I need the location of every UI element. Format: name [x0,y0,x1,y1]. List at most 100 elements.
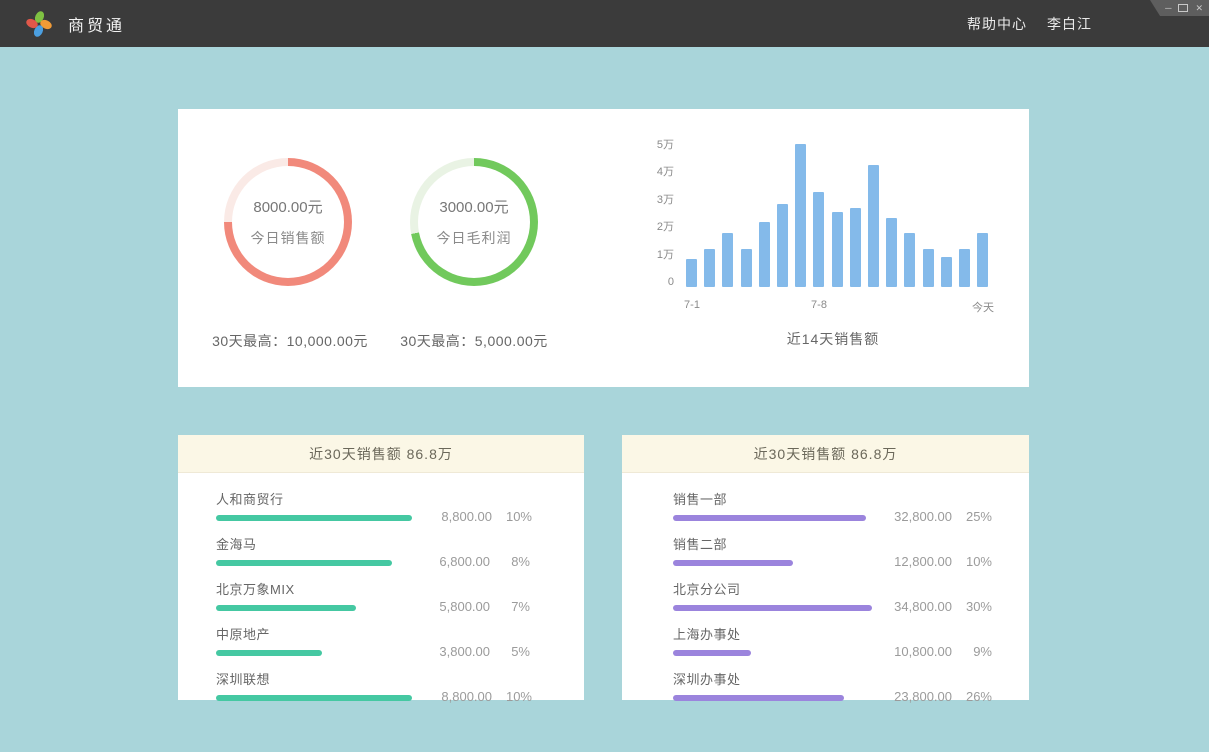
x-axis-tick: 7-1 [662,299,722,311]
item-amount: 5,800.00 [410,599,490,614]
logo-petals [25,9,53,37]
item-amount: 3,800.00 [410,644,490,659]
bar [813,192,824,287]
item-bar [673,605,872,611]
departments-card-title: 近30天销售额 86.8万 [622,435,1029,473]
item-amount: 8,800.00 [412,509,492,524]
today-profit-label: 今日毛利润 [437,228,512,248]
profit-30day-max: 30天最高：5,000.00元 [324,331,624,351]
today-profit-donut-center: 3000.00元 今日毛利润 [418,166,530,278]
overview-card: 8000.00元 今日销售额 30天最高：10,000.00元 3000.00元… [178,109,1029,387]
bar [868,165,879,287]
minimize-icon[interactable]: ─ [1165,0,1171,16]
bar [977,233,988,287]
bar [904,233,915,287]
item-percent: 7% [490,599,530,614]
item-percent: 10% [492,509,532,524]
item-percent: 26% [952,689,992,704]
item-amount: 23,800.00 [872,689,952,704]
list-item: 深圳办事处23,800.0026% [673,669,992,701]
bar [741,249,752,287]
item-bar [673,515,866,521]
item-bar [673,560,793,566]
departments-list: 销售一部32,800.0025% 销售二部12,800.0010% 北京分公司34,… [622,473,1029,701]
close-icon[interactable]: ✕ [1195,0,1203,16]
list-item: 销售二部12,800.0010% [673,534,992,566]
list-item: 上海办事处10,800.009% [673,624,992,656]
item-name: 金海马 [216,534,410,553]
customers-ranking-card: 近30天销售额 86.8万 人和商贸行8,800.0010% 金海马6,800.0… [178,435,584,700]
topbar: 商贸通 帮助中心 李白江 ─ ✕ [0,0,1209,47]
bar [722,233,733,287]
customers-list: 人和商贸行8,800.0010%金海马6,800.008%北京万象MIX5,80… [178,473,584,701]
item-bar [673,695,844,701]
today-sales-donut-center: 8000.00元 今日销售额 [232,166,344,278]
item-amount: 6,800.00 [410,554,490,569]
item-bar [216,515,412,521]
list-item: 金海马6,800.008% [216,534,530,566]
item-amount: 32,800.00 [872,509,952,524]
item-percent: 5% [490,644,530,659]
item-name: 深圳办事处 [673,669,872,688]
bar [850,208,861,287]
app-title: 商贸通 [68,12,125,36]
list-item: 北京万象MIX5,800.007% [216,579,530,611]
item-percent: 10% [492,689,532,704]
today-profit-value: 3000.00元 [439,196,508,217]
y-axis-tick: 4万 [648,165,674,179]
today-sales-donut: 8000.00元 今日销售额 [224,158,352,286]
x-axis-tick: 今天 [953,299,1013,315]
item-percent: 10% [952,554,992,569]
bar [704,249,715,287]
x-axis-tick: 7-8 [789,299,849,311]
y-axis-tick: 2万 [648,220,674,234]
sales-14day-bar-chart: 0 1万 2万 3万 4万 5万 7-1 7-8 今天 近14天销售额 [648,137,1018,367]
bar [777,204,788,287]
item-bar [216,650,322,656]
item-bar [673,650,751,656]
today-sales-value: 8000.00元 [253,196,322,217]
item-name: 上海办事处 [673,624,872,643]
y-axis-tick: 0 [648,275,674,289]
item-name: 销售二部 [673,534,872,553]
y-axis-tick: 5万 [648,138,674,152]
bar-chart-title: 近14天销售额 [648,329,1018,349]
bar [832,212,843,287]
bar [686,259,697,287]
list-item: 人和商贸行8,800.0010% [216,489,530,521]
customers-card-title: 近30天销售额 86.8万 [178,435,584,473]
item-name: 北京分公司 [673,579,872,598]
bar [795,144,806,287]
item-name: 北京万象MIX [216,579,410,598]
item-percent: 9% [952,644,992,659]
y-axis-tick: 1万 [648,248,674,262]
item-name: 中原地产 [216,624,410,643]
today-profit-donut: 3000.00元 今日毛利润 [410,158,538,286]
item-percent: 8% [490,554,530,569]
item-amount: 12,800.00 [872,554,952,569]
item-amount: 10,800.00 [872,644,952,659]
item-amount: 8,800.00 [412,689,492,704]
help-center-link[interactable]: 帮助中心 [967,14,1027,34]
item-percent: 30% [952,599,992,614]
item-bar [216,605,356,611]
maximize-icon[interactable] [1178,4,1188,12]
item-name: 销售一部 [673,489,872,508]
item-bar [216,560,392,566]
bar [886,218,897,287]
window-controls: ─ ✕ [1150,0,1209,16]
list-item: 中原地产3,800.005% [216,624,530,656]
item-percent: 25% [952,509,992,524]
today-sales-label: 今日销售额 [251,228,326,248]
app-logo-pinwheel-icon [24,9,54,39]
item-name: 人和商贸行 [216,489,412,508]
y-axis-tick: 3万 [648,193,674,207]
list-item: 销售一部32,800.0025% [673,489,992,521]
departments-ranking-card: 近30天销售额 86.8万 销售一部32,800.0025% 销售二部12,800… [622,435,1029,700]
item-amount: 34,800.00 [872,599,952,614]
list-item: 北京分公司34,800.0030% [673,579,992,611]
bar [959,249,970,287]
username-link[interactable]: 李白江 [1047,14,1092,34]
item-name: 深圳联想 [216,669,412,688]
bar [759,222,770,287]
